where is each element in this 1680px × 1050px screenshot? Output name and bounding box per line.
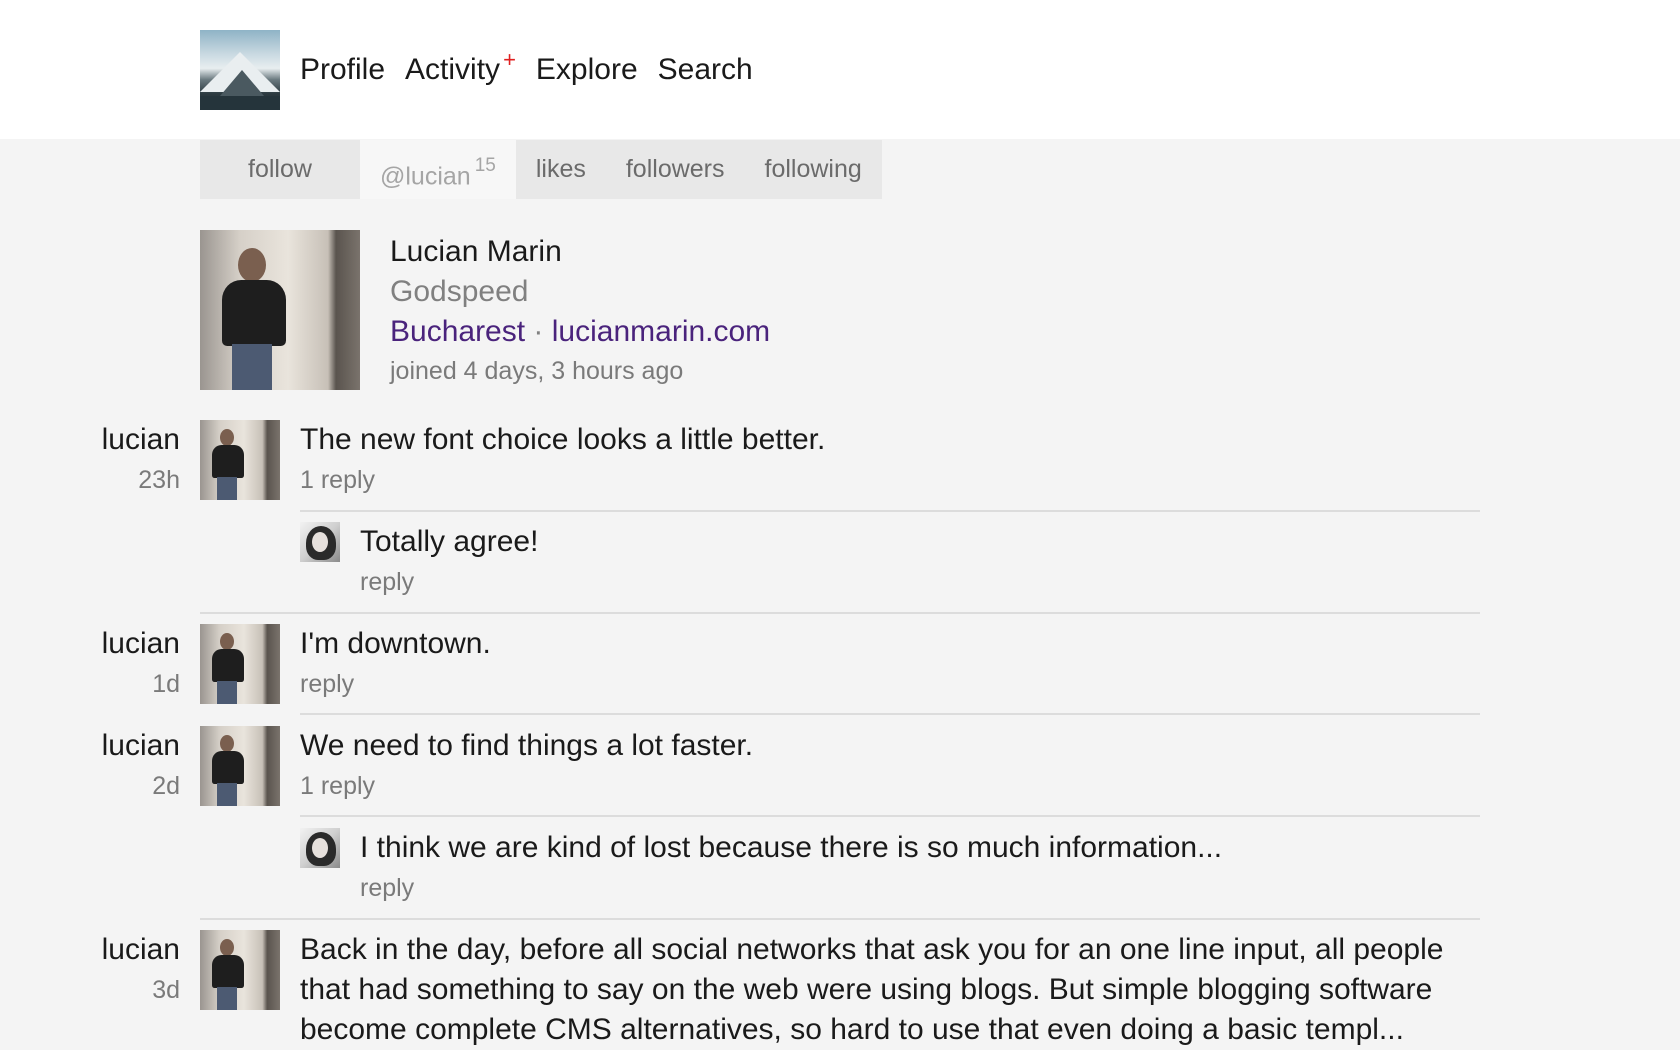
- post-text: We need to find things a lot faster.: [300, 729, 754, 762]
- profile-website-link[interactable]: lucianmarin.com: [552, 315, 770, 348]
- post-username[interactable]: lucian: [102, 624, 180, 664]
- avatar[interactable]: [300, 522, 340, 562]
- avatar[interactable]: [200, 930, 280, 1010]
- reply-text: I think we are kind of lost because ther…: [360, 831, 1223, 864]
- reply-link[interactable]: reply: [360, 562, 1460, 602]
- nav-search[interactable]: Search: [658, 52, 753, 90]
- reply-body: Totally agree! reply: [360, 522, 1460, 602]
- avatar[interactable]: [200, 420, 280, 500]
- divider: [300, 713, 1480, 715]
- profile-location-link[interactable]: Bucharest: [390, 315, 525, 348]
- logo-image[interactable]: [200, 30, 280, 110]
- nav-profile[interactable]: Profile: [300, 52, 385, 90]
- tab-followers[interactable]: followers: [606, 140, 745, 199]
- tab-handle[interactable]: @lucian 15: [360, 140, 516, 199]
- handle-post-count: 15: [474, 155, 496, 176]
- reply-link[interactable]: reply: [300, 664, 1480, 704]
- profile-links: Bucharest · lucianmarin.com: [390, 312, 770, 352]
- top-header: Profile Activity + Explore Search: [0, 0, 1680, 139]
- post-text: I'm downtown.: [300, 627, 491, 660]
- post-username[interactable]: lucian: [102, 930, 180, 970]
- post-text: The new font choice looks a little bette…: [300, 423, 826, 456]
- profile-tagline: Godspeed: [390, 275, 529, 308]
- reply-link[interactable]: reply: [360, 868, 1460, 908]
- link-separator: ·: [533, 315, 544, 348]
- reply-body: I think we are kind of lost because ther…: [360, 828, 1460, 908]
- divider: [300, 510, 1480, 512]
- nav-explore[interactable]: Explore: [536, 52, 638, 90]
- nav-activity-label: Activity: [405, 53, 501, 86]
- post-author: lucian 2d: [102, 726, 180, 806]
- post-body: Back in the day, before all social netwo…: [300, 930, 1480, 1050]
- replies-link[interactable]: 1 reply: [300, 766, 1480, 806]
- follow-button[interactable]: follow: [200, 140, 360, 199]
- post-time[interactable]: 1d: [102, 664, 180, 704]
- divider: [200, 612, 1480, 614]
- post-author: lucian 23h: [102, 420, 180, 500]
- post-author: lucian 1d: [102, 624, 180, 704]
- person-figure: [210, 238, 310, 390]
- post-body: I'm downtown. reply: [300, 624, 1480, 704]
- post-username[interactable]: lucian: [102, 420, 180, 460]
- profile-info: Lucian Marin Godspeed Bucharest · lucian…: [390, 232, 770, 390]
- post-text: Back in the day, before all social netwo…: [300, 933, 1444, 1046]
- profile-photo: [200, 230, 360, 390]
- profile-tabs: follow @lucian 15 likes followers followi…: [200, 140, 882, 199]
- avatar[interactable]: [300, 828, 340, 868]
- activity-badge: +: [503, 47, 516, 72]
- lake-shape: [200, 96, 280, 110]
- handle-label: @lucian: [380, 162, 471, 191]
- main-nav: Profile Activity + Explore Search: [300, 47, 753, 90]
- post-time[interactable]: 3d: [102, 970, 180, 1010]
- avatar[interactable]: [200, 726, 280, 806]
- mountain-ridge-shape: [220, 70, 264, 96]
- tab-likes[interactable]: likes: [516, 140, 606, 199]
- profile-name: Lucian Marin: [390, 235, 562, 268]
- avatar[interactable]: [200, 624, 280, 704]
- post-body: The new font choice looks a little bette…: [300, 420, 1480, 500]
- profile-joined: joined 4 days, 3 hours ago: [390, 357, 684, 385]
- divider: [200, 918, 1480, 920]
- post-author: lucian 3d: [102, 930, 180, 1010]
- post-body: We need to find things a lot faster. 1 r…: [300, 726, 1480, 806]
- tab-following[interactable]: following: [745, 140, 882, 199]
- post-time[interactable]: 2d: [102, 766, 180, 806]
- nav-activity[interactable]: Activity +: [405, 47, 516, 90]
- post-time[interactable]: 23h: [102, 460, 180, 500]
- post-username[interactable]: lucian: [102, 726, 180, 766]
- divider: [300, 815, 1480, 817]
- reply-text: Totally agree!: [360, 525, 539, 558]
- replies-link[interactable]: 1 reply: [300, 460, 1480, 500]
